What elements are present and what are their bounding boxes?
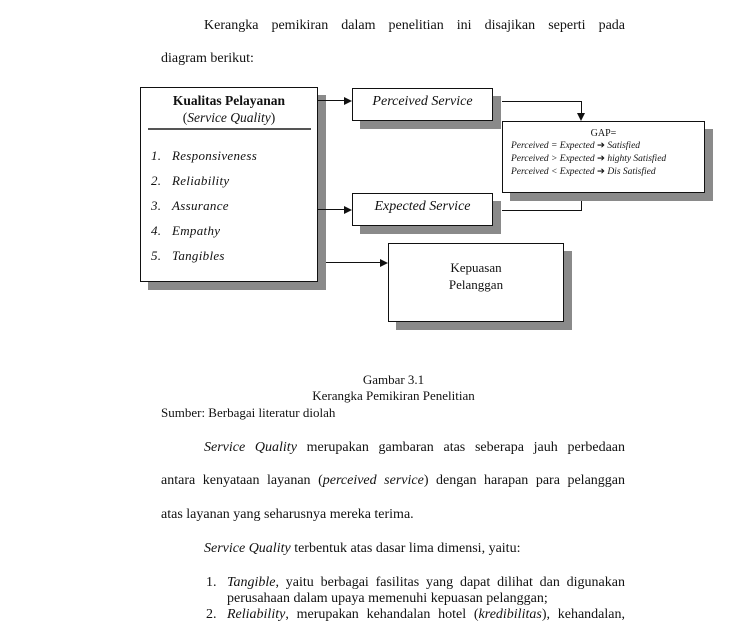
gap-condition: Perceived < Expected xyxy=(511,167,595,177)
arrow-down-icon xyxy=(577,113,585,121)
figure-source: Sumber: Berbagai literatur diolah xyxy=(161,405,336,420)
list-item-line: perusahaan dalam upaya memenuhi kepuasan… xyxy=(227,591,548,606)
quality-dimension-item: 3. Assurance xyxy=(151,198,229,214)
item-number: 1. xyxy=(151,148,162,163)
list-item-line: Reliability, merupakan kehandalan hotel … xyxy=(227,607,625,623)
figure-number: Gambar 3.1 xyxy=(362,372,425,387)
arrow-right-icon xyxy=(344,206,352,214)
perceived-service-box: Perceived Service xyxy=(352,88,493,121)
text: terbentuk atas dasar lima dimensi, yaitu… xyxy=(290,541,521,556)
gap-rule: Perceived < Expected ➔ Dis Satisfied xyxy=(511,166,656,179)
quality-box-divider xyxy=(148,128,311,130)
gap-condition: Perceived > Expected xyxy=(511,154,595,164)
quality-dimension-item: 2. Reliability xyxy=(151,173,229,189)
intro-line-2: diagram berikut: xyxy=(161,51,254,66)
quality-dimension-item: 4. Empathy xyxy=(151,223,220,239)
quality-box-subtitle-text: Service Quality xyxy=(187,110,271,125)
expected-service-label: Expected Service xyxy=(374,199,471,214)
perceived-service-label: Perceived Service xyxy=(372,94,473,109)
italic-term: Service Quality xyxy=(204,440,297,455)
paragraph-1-line-3: atas layanan yang seharusnya mereka teri… xyxy=(161,507,414,522)
quality-dimension-item: 1. Responsiveness xyxy=(151,148,257,164)
satisfaction-label-line2: Pelanggan xyxy=(448,277,504,292)
item-number: 4. xyxy=(151,223,162,238)
italic-term: kredibilitas xyxy=(478,607,542,622)
item-label: Responsiveness xyxy=(172,148,258,163)
gap-result: Dis Satisfied xyxy=(607,167,656,177)
connector-to-perceived xyxy=(318,100,345,101)
connector-to-expected xyxy=(318,209,345,210)
italic-term: Service Quality xyxy=(204,541,291,556)
text: merupakan gambaran atas seberapa jauh pe… xyxy=(296,440,626,455)
gap-rule: Perceived > Expected ➔ highty Satisfied xyxy=(511,153,666,166)
list-item-number: 1. xyxy=(206,575,217,590)
text: , yaitu berbagai fasilitas yang dapat di… xyxy=(275,575,626,590)
gap-rule: Perceived = Expected ➔ Satisfied xyxy=(511,140,640,153)
connector-expected-to-gap-v xyxy=(581,200,582,211)
text: ) dengan harapan para pelanggan xyxy=(423,473,625,488)
figure-title: Kerangka Pemikiran Penelitian xyxy=(312,388,475,403)
arrow-right-icon: ➔ xyxy=(596,167,605,177)
service-quality-box: Kualitas Pelayanan (Service Quality) 1. R… xyxy=(140,87,318,282)
text: ), kehandalan, xyxy=(541,607,625,622)
gap-result: Satisfied xyxy=(607,141,641,151)
paren-close: ) xyxy=(270,110,276,125)
text: , merupakan kehandalan hotel ( xyxy=(285,607,479,622)
customer-satisfaction-box: Kepuasan Pelanggan xyxy=(388,243,564,322)
intro-line-1: Kerangka pemikiran dalam penelitian ini … xyxy=(204,18,625,33)
text: antara kenyataan layanan ( xyxy=(161,473,323,488)
item-number: 5. xyxy=(151,248,162,263)
paragraph-1-line-2: antara kenyataan layanan (perceived serv… xyxy=(161,473,625,489)
connector-expected-to-gap-h xyxy=(502,210,582,211)
expected-service-box: Expected Service xyxy=(352,193,493,226)
item-number: 3. xyxy=(151,198,162,213)
connector-perceived-to-gap-v xyxy=(581,101,582,113)
satisfaction-label-line1: Kepuasan xyxy=(450,260,502,275)
list-item-number: 2. xyxy=(206,607,217,622)
connector-perceived-to-gap-h xyxy=(502,101,582,102)
gap-condition: Perceived = Expected xyxy=(511,141,595,151)
gap-result: highty Satisfied xyxy=(607,154,667,164)
paragraph-1-line-1: Service Quality merupakan gambaran atas … xyxy=(204,440,625,456)
arrow-right-icon: ➔ xyxy=(596,141,605,151)
item-label: Assurance xyxy=(172,198,229,213)
italic-term: perceived service xyxy=(322,473,424,488)
item-label: Tangibles xyxy=(172,248,225,263)
gap-title: GAP= xyxy=(590,128,617,139)
quality-dimension-item: 5. Tangibles xyxy=(151,248,225,264)
list-item-line: Tangible, yaitu berbagai fasilitas yang … xyxy=(227,575,625,591)
quality-box-subtitle: (Service Quality) xyxy=(141,110,317,126)
arrow-right-icon xyxy=(380,259,388,267)
item-number: 2. xyxy=(151,173,162,188)
arrow-right-icon: ➔ xyxy=(596,154,605,164)
italic-term: Reliability xyxy=(227,607,286,622)
italic-term: Tangible xyxy=(227,575,276,590)
paragraph-2: Service Quality terbentuk atas dasar lim… xyxy=(204,541,520,557)
gap-box: GAP= Perceived = Expected ➔ Satisfied Pe… xyxy=(502,121,705,193)
connector-to-satisfaction xyxy=(326,262,381,263)
item-label: Reliability xyxy=(172,173,230,188)
quality-box-title: Kualitas Pelayanan xyxy=(172,93,286,108)
arrow-right-icon xyxy=(344,97,352,105)
item-label: Empathy xyxy=(172,223,221,238)
